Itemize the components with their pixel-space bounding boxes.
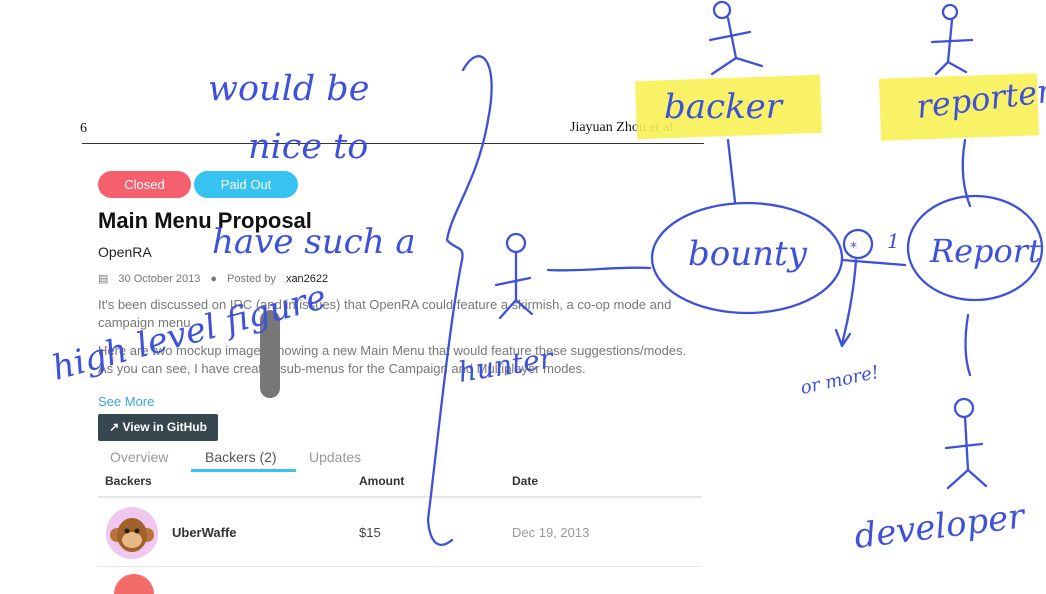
handwritten-annotations: would be nice to have such a high level … — [48, 0, 1046, 557]
developer-label: developer — [852, 496, 1028, 557]
backer-actor-icon — [708, 0, 764, 76]
comment-line-1: would be — [208, 69, 369, 109]
comment-handwriting: would be nice to have such a high level … — [48, 69, 416, 389]
bounty-report-link — [840, 258, 907, 267]
hunter-actor-icon — [494, 232, 534, 320]
curly-brace — [426, 55, 493, 546]
backer-label: backer — [664, 87, 784, 127]
one-multiplicity: 1 — [887, 229, 900, 253]
reporter-actor-icon — [930, 3, 974, 76]
link-node-icon — [842, 228, 874, 260]
comment-line-4: high level figure — [48, 277, 331, 389]
hunter-bounty-link — [546, 266, 652, 272]
backer-bounty-link — [726, 138, 737, 204]
report-label: Report — [929, 232, 1041, 270]
bounty-label: bounty — [688, 234, 808, 274]
developer-actor-icon — [944, 397, 988, 490]
hunter-label: hunter — [456, 341, 557, 389]
or-more-note: or more! — [799, 362, 881, 399]
report-developer-link — [964, 313, 972, 377]
comment-line-2: nice to — [248, 127, 368, 167]
comment-line-3: have such a — [212, 222, 416, 262]
many-multiplicity: * — [850, 240, 857, 256]
reporter-label: reporter — [914, 71, 1046, 126]
